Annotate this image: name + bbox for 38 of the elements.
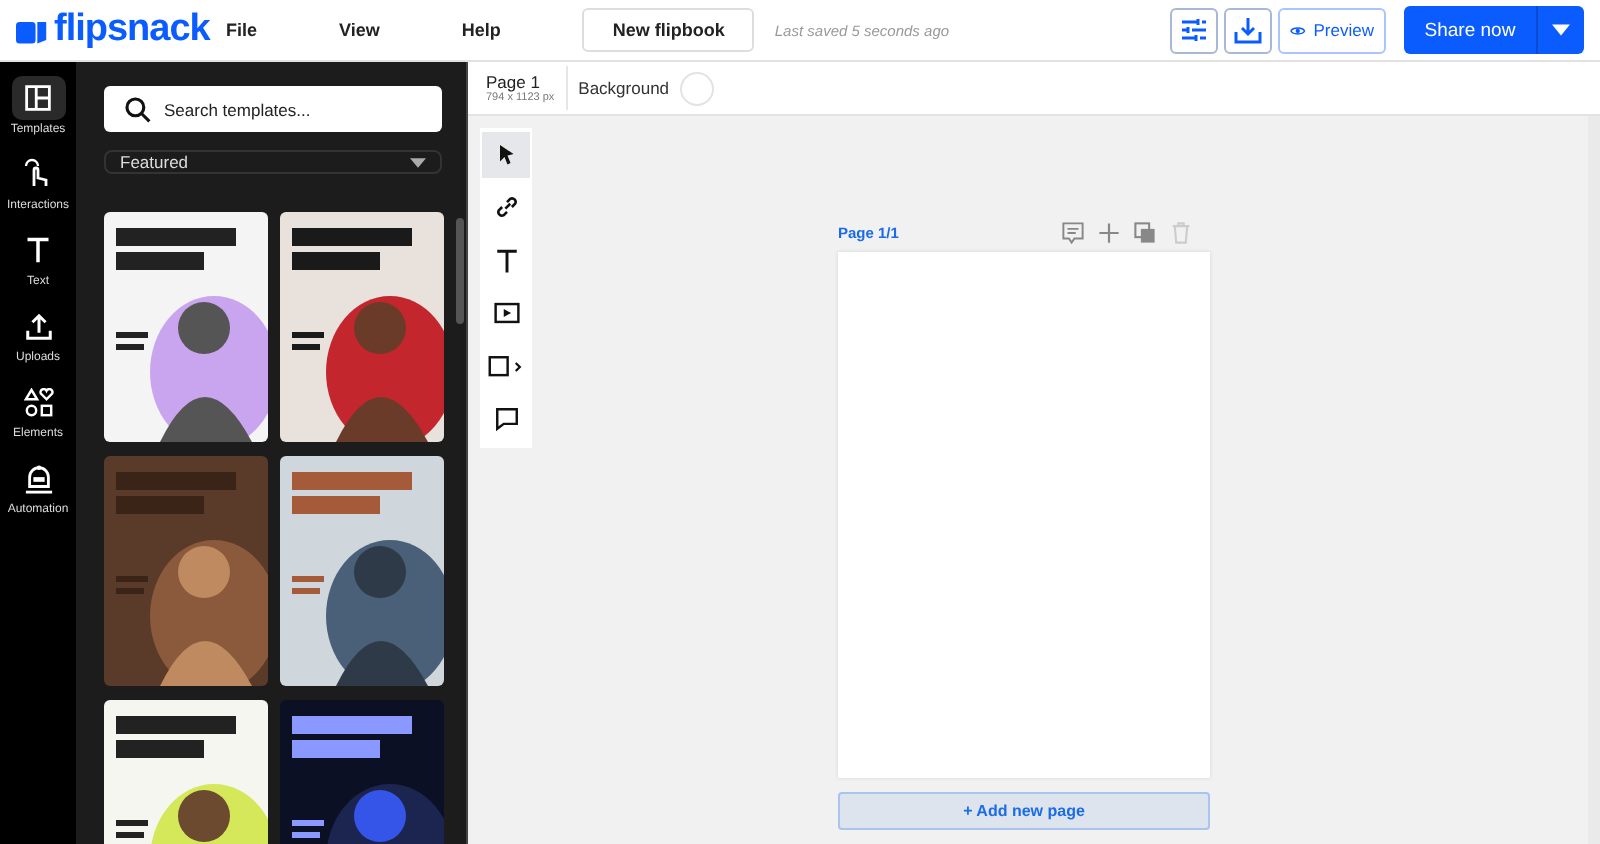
text-icon (24, 236, 52, 264)
scrollbar[interactable] (456, 218, 464, 324)
link-icon (493, 194, 519, 221)
menu-item[interactable]: View (329, 20, 390, 40)
text-icon (493, 247, 519, 274)
menu-item[interactable]: File (216, 20, 268, 40)
sliders-icon (1178, 14, 1210, 46)
search-field[interactable]: Search templates... (104, 86, 442, 132)
caret-icon (1552, 24, 1570, 36)
title-button[interactable]: New flipbook (582, 8, 755, 52)
filter-dropdown[interactable]: Featured (104, 150, 442, 174)
robot-icon (23, 463, 53, 493)
page-name: Page 1 (486, 72, 542, 92)
background-color-swatch[interactable] (679, 71, 714, 105)
download-button[interactable] (1224, 7, 1272, 53)
share-dropdown-button[interactable] (1536, 6, 1584, 54)
download-icon (1232, 14, 1264, 46)
settings-button[interactable] (1170, 7, 1218, 53)
background-label: Background (578, 78, 670, 98)
square-icon (488, 353, 524, 380)
add-page-button[interactable]: + Add new page (838, 792, 1210, 830)
upload-icon (23, 311, 53, 341)
video-icon (493, 300, 519, 327)
comment-icon (493, 406, 519, 433)
duplicate-icon[interactable] (1134, 221, 1156, 243)
select-tool[interactable] (482, 132, 530, 178)
caret-icon (410, 157, 426, 167)
logo-icon (16, 17, 48, 43)
search-icon (124, 95, 152, 123)
share-button[interactable]: Share now (1404, 6, 1536, 54)
layout-icon (24, 84, 52, 112)
add-icon[interactable] (1098, 221, 1120, 243)
cursor-icon (494, 142, 518, 167)
shapes-icon (23, 387, 53, 417)
preview-button[interactable]: Preview (1278, 7, 1386, 53)
page-notes-icon[interactable] (1062, 221, 1084, 243)
menu-item[interactable]: Help (451, 20, 511, 40)
logo[interactable]: flipsnack (54, 8, 210, 52)
